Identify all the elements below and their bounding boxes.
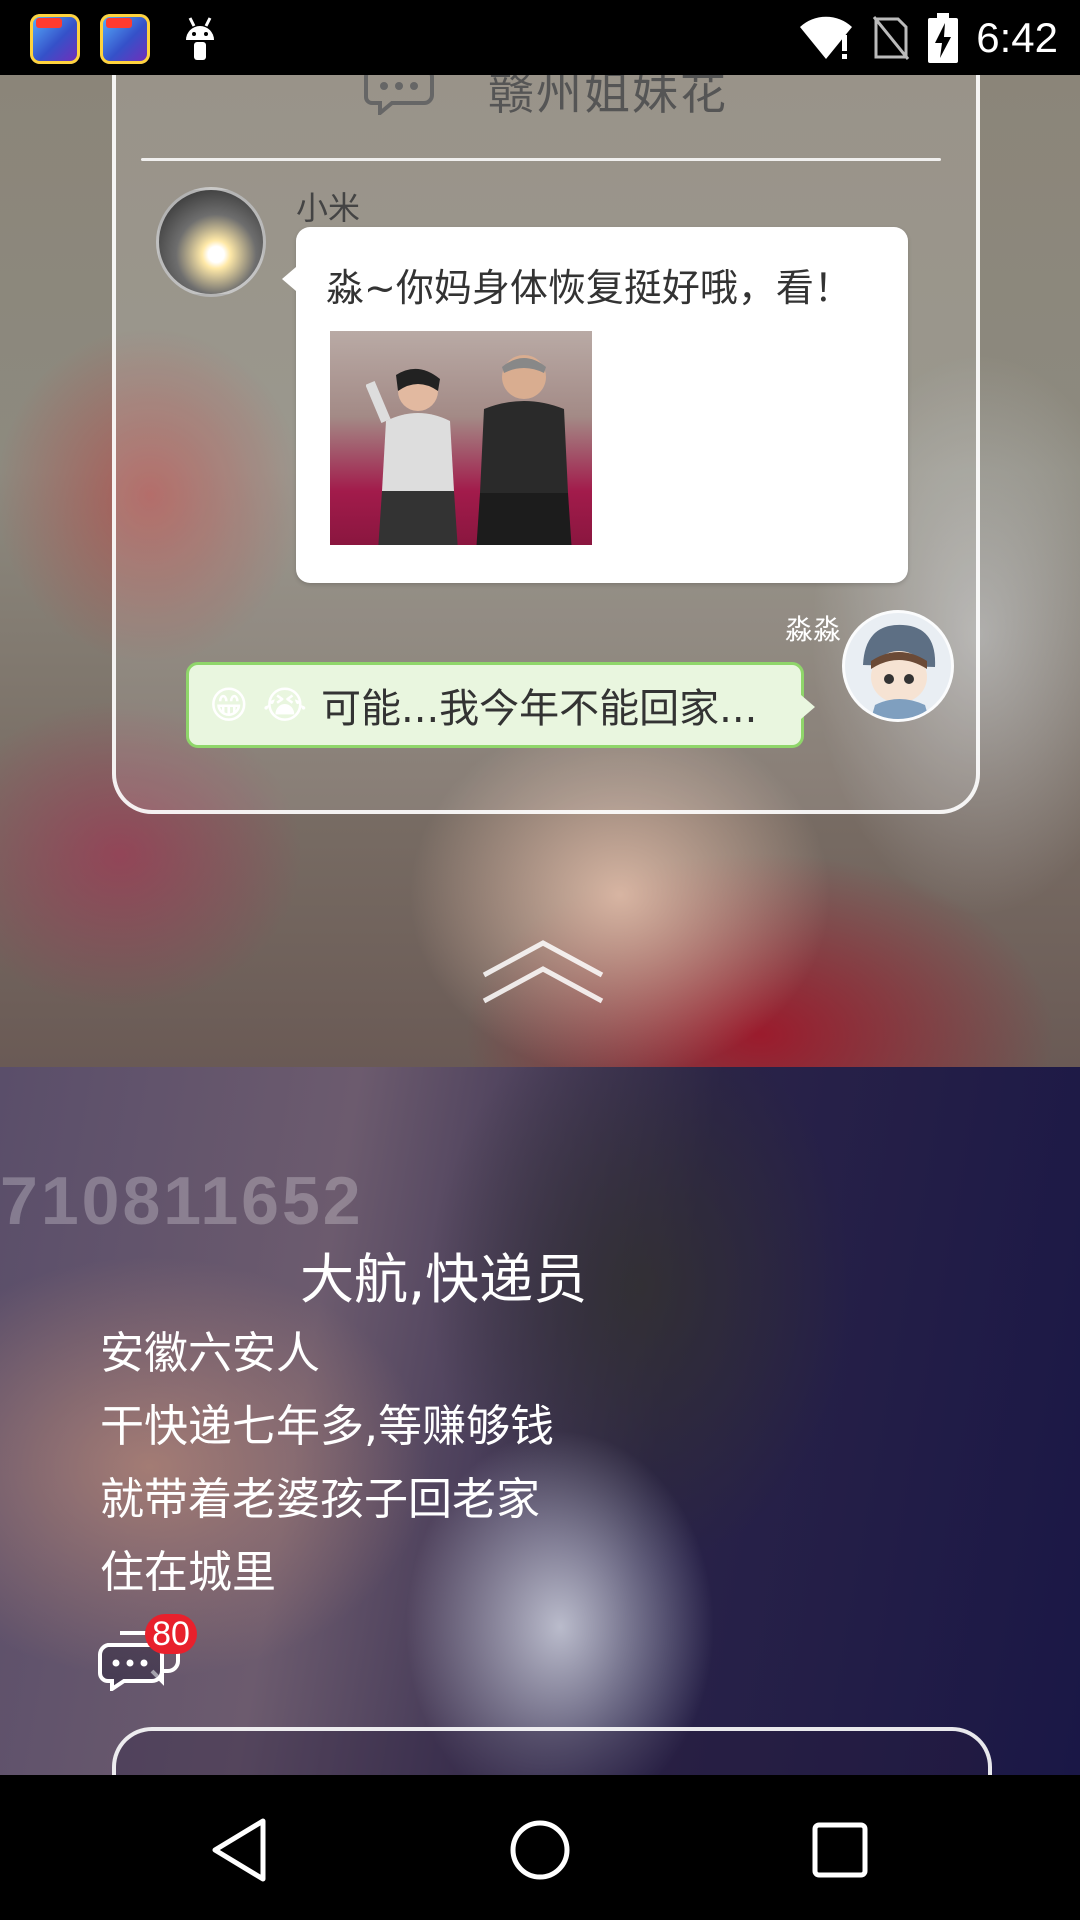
battery-charging-icon bbox=[928, 12, 959, 63]
back-icon[interactable] bbox=[205, 1815, 275, 1885]
card-header: 赣州姐妹花 bbox=[116, 75, 976, 135]
story-line: 干快递七年多,等赚够钱 bbox=[100, 1401, 554, 1452]
top-photo-panel[interactable]: 赣州姐妹花 小米 淼~你妈身体恢复挺好哦，看！ 淼淼 😁 😭 可能...我今年不… bbox=[0, 75, 1080, 1067]
avatar[interactable] bbox=[842, 610, 954, 722]
android-debug-icon bbox=[186, 17, 214, 60]
sender-name: 淼淼 bbox=[784, 613, 841, 646]
next-card-peek[interactable] bbox=[112, 1727, 992, 1775]
home-icon[interactable] bbox=[505, 1815, 575, 1885]
navigation-bar bbox=[0, 1775, 1080, 1920]
bottom-photo-panel[interactable]: 710811652 大航,快递员 安徽六安人 干快递七年多,等赚够钱 就带着老婆… bbox=[0, 1067, 1080, 1775]
message-text: 可能...我今年不能回家... bbox=[321, 686, 758, 732]
message-bubble-right[interactable]: 😁 😭 可能...我今年不能回家... bbox=[186, 662, 815, 748]
person-figure bbox=[476, 355, 572, 545]
chat-bubble-icon bbox=[364, 75, 434, 115]
wifi-alert-icon bbox=[800, 16, 853, 59]
message-bubble-left[interactable]: 淼~你妈身体恢复挺好哦，看！ bbox=[282, 227, 908, 583]
cartoon-girl-avatar bbox=[863, 624, 936, 719]
story-line: 安徽六安人 bbox=[100, 1328, 320, 1379]
story-line: 就带着老婆孩子回老家 bbox=[100, 1474, 540, 1525]
photo-thumbnail[interactable] bbox=[330, 331, 592, 545]
group-title: 赣州姐妹花 bbox=[488, 75, 728, 120]
clock: 6:42 bbox=[976, 13, 1058, 61]
sender-name: 小米 bbox=[296, 189, 361, 227]
story-line: 住在城里 bbox=[100, 1547, 276, 1598]
divider bbox=[141, 158, 941, 161]
message-text: 淼~你妈身体恢复挺好哦，看！ bbox=[326, 266, 852, 310]
recents-icon[interactable] bbox=[805, 1815, 875, 1885]
game-app-icon bbox=[100, 14, 150, 64]
grin-emoji: 😁 bbox=[209, 683, 249, 727]
chat-card[interactable]: 赣州姐妹花 小米 淼~你妈身体恢复挺好哦，看！ 淼淼 😁 😭 可能...我今年不… bbox=[112, 75, 980, 814]
swipe-up-icon[interactable] bbox=[478, 935, 608, 1005]
comment-count-badge: 80 bbox=[145, 1614, 197, 1654]
crying-emoji: 😭 bbox=[262, 683, 308, 727]
status-bar: 6:42 bbox=[0, 0, 1080, 75]
avatar[interactable] bbox=[156, 187, 266, 297]
story-title: 大航,快递员 bbox=[300, 1248, 588, 1311]
no-sim-icon bbox=[873, 15, 910, 60]
background-label: 710811652 bbox=[0, 1163, 364, 1239]
person-figure bbox=[366, 368, 458, 545]
game-app-icon bbox=[30, 14, 80, 64]
